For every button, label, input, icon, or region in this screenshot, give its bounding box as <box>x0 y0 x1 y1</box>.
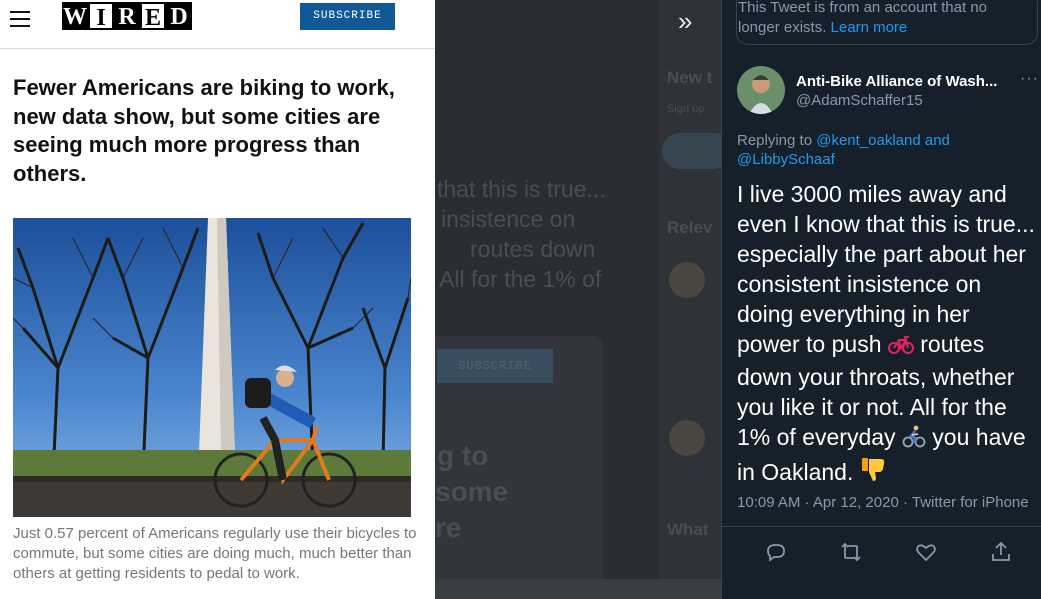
background-text: Sign up <box>667 103 705 115</box>
mention-link[interactable]: @kent_oakland <box>816 132 920 149</box>
tweet-source[interactable]: Twitter for iPhone <box>912 494 1029 511</box>
background-text: re <box>435 512 462 543</box>
more-options-icon[interactable]: ··· <box>1020 70 1039 88</box>
background-avatar <box>669 420 705 456</box>
background-subscribe-button: SUBSCRIBE <box>437 349 553 383</box>
avatar[interactable] <box>737 66 785 114</box>
background-text: routes down <box>470 236 596 262</box>
background-text: Relev <box>667 218 713 237</box>
background-text: What <box>667 520 709 539</box>
logo-letter: W <box>62 2 88 30</box>
background-sidebar <box>659 0 721 599</box>
tweet-actions <box>722 540 1041 564</box>
learn-more-link[interactable]: Learn more <box>831 19 908 36</box>
divider <box>722 526 1041 527</box>
background-footer <box>435 579 721 599</box>
retweet-icon[interactable] <box>839 540 863 564</box>
tweet-text-part: I live 3000 miles away and even I know t… <box>737 181 1035 357</box>
logo-letter: I <box>88 2 114 31</box>
article-headline: Fewer Americans are biking to work, new … <box>13 75 395 186</box>
author-handle[interactable]: @AdamSchaffer15 <box>796 92 923 109</box>
wired-article-panel: W I R E D SUBSCRIBE Fewer Americans are … <box>0 0 435 599</box>
subscribe-button[interactable]: SUBSCRIBE <box>300 3 395 30</box>
wired-header: W I R E D SUBSCRIBE <box>0 0 435 49</box>
cyclist-icon <box>902 424 926 455</box>
chevron-double-right-icon[interactable]: » <box>678 8 692 34</box>
background-avatar <box>669 262 705 298</box>
background-text: g to <box>437 440 489 471</box>
menu-icon[interactable] <box>10 11 30 27</box>
tweet-text: I live 3000 miles away and even I know t… <box>737 179 1037 490</box>
bicycle-icon <box>887 332 914 362</box>
tweet-time[interactable]: 10:09 AM <box>737 494 800 511</box>
background-button <box>662 133 721 169</box>
background-text: New t <box>667 68 713 87</box>
background-text: insistence on <box>441 206 576 232</box>
logo-letter: E <box>140 2 166 31</box>
thumbs-down-icon <box>860 455 888 490</box>
replying-to-line: Replying to @kent_oakland and @LibbyScha… <box>737 131 1027 169</box>
logo-letter: R <box>114 2 140 30</box>
wired-logo[interactable]: W I R E D <box>62 2 192 31</box>
quoted-tweet-notice: This Tweet is from an account that no lo… <box>738 0 1008 37</box>
tweet-panel: This Tweet is from an account that no lo… <box>721 0 1041 599</box>
article-photo-cyclist <box>13 218 411 517</box>
author-name[interactable]: Anti-Bike Alliance of Wash... <box>796 73 997 90</box>
background-text: some <box>435 476 509 507</box>
mention-conjunction[interactable]: and <box>925 132 950 149</box>
reply-icon[interactable] <box>764 540 788 564</box>
background-text: that this is true... <box>437 176 606 202</box>
background-text: All for the 1% of <box>439 266 602 292</box>
like-icon[interactable] <box>914 540 938 564</box>
logo-letter: D <box>166 2 192 30</box>
share-icon[interactable] <box>989 540 1013 564</box>
tweet-metadata: 10:09 AM · Apr 12, 2020 · Twitter for iP… <box>737 494 1029 511</box>
photo-caption: Just 0.57 percent of Americans regularly… <box>13 525 417 582</box>
replying-prefix: Replying to <box>737 132 813 149</box>
mention-link[interactable]: @LibbySchaaf <box>737 151 835 168</box>
dimmed-background-page: that this is true... insistence on route… <box>435 0 721 599</box>
tweet-date[interactable]: Apr 12, 2020 <box>813 494 899 511</box>
